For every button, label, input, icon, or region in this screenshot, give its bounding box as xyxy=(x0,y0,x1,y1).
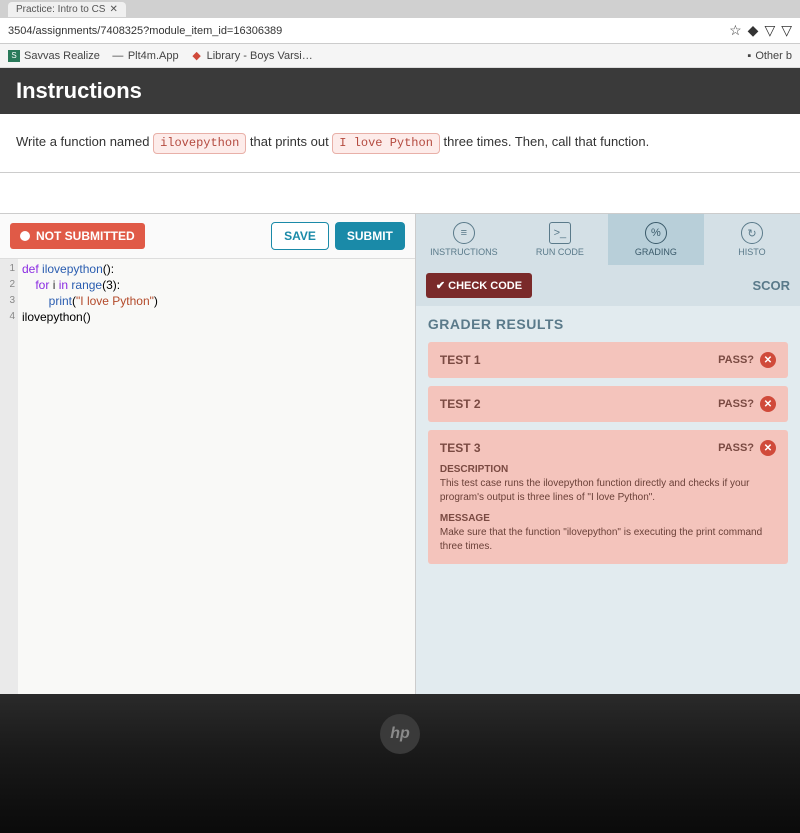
history-icon: ↻ xyxy=(741,222,763,244)
score-label: SCOR xyxy=(752,278,790,293)
extension-icon[interactable]: ◆ xyxy=(748,22,759,39)
address-bar[interactable]: 3504/assignments/7408325?module_item_id=… xyxy=(0,18,800,44)
test-name: TEST 2 xyxy=(440,397,481,411)
download-icon[interactable]: ▽ xyxy=(764,22,775,39)
tab-run-code[interactable]: >_ RUN CODE xyxy=(512,214,608,265)
code-content[interactable]: def ilovepython(): for i in range(3): pr… xyxy=(18,259,162,694)
fail-icon: ✕ xyxy=(760,396,776,412)
test-name: TEST 3 xyxy=(440,441,481,455)
test-row[interactable]: TEST 2 PASS? ✕ xyxy=(428,386,788,422)
check-code-button[interactable]: ✔ CHECK CODE xyxy=(426,273,532,298)
test-row[interactable]: TEST 1 PASS? ✕ xyxy=(428,342,788,378)
save-button[interactable]: SAVE xyxy=(271,222,329,250)
tab-title: Practice: Intro to CS xyxy=(16,4,105,15)
submit-button[interactable]: SUBMIT xyxy=(335,222,405,250)
instructions-text: Write a function named ilovepython that … xyxy=(0,114,800,172)
bookmark-plt4m[interactable]: — Plt4m.App xyxy=(112,50,179,62)
test-name: TEST 1 xyxy=(440,353,481,367)
status-dot-icon xyxy=(20,231,30,241)
other-bookmarks[interactable]: ▪ Other b xyxy=(747,50,792,62)
message-text: Make sure that the function "ilovepython… xyxy=(440,526,776,554)
bookmark-savvas[interactable]: S Savvas Realize xyxy=(8,50,100,62)
description-text: This test case runs the ilovepython func… xyxy=(440,477,776,505)
status-badge: NOT SUBMITTED xyxy=(10,223,145,249)
results-title: GRADER RESULTS xyxy=(428,316,788,332)
bookmark-icon: — xyxy=(112,50,124,62)
download-icon[interactable]: ▽ xyxy=(781,22,792,39)
laptop-bezel: hp xyxy=(0,694,800,833)
browser-tab[interactable]: Practice: Intro to CS ✕ xyxy=(8,2,126,17)
test-row[interactable]: TEST 3 PASS? ✕ DESCRIPTION This test cas… xyxy=(428,430,788,564)
hp-logo: hp xyxy=(380,714,420,754)
description-label: DESCRIPTION xyxy=(440,464,776,475)
message-label: MESSAGE xyxy=(440,513,776,524)
bookmark-library[interactable]: ◆ Library - Boys Varsi… xyxy=(191,50,313,62)
code-chip: ilovepython xyxy=(153,133,246,154)
folder-icon: ▪ xyxy=(747,50,751,62)
line-gutter: 1 2 3 4 xyxy=(0,259,18,694)
bookmarks-bar: S Savvas Realize — Plt4m.App ◆ Library -… xyxy=(0,44,800,68)
close-icon[interactable]: ✕ xyxy=(109,4,117,15)
code-editor[interactable]: 1 2 3 4 def ilovepython(): for i in rang… xyxy=(0,259,415,694)
terminal-icon: >_ xyxy=(549,222,571,244)
tab-instructions[interactable]: ≡ INSTRUCTIONS xyxy=(416,214,512,265)
tab-history[interactable]: ↻ HISTO xyxy=(704,214,800,265)
code-chip: I love Python xyxy=(332,133,440,154)
info-icon: ≡ xyxy=(453,222,475,244)
page-title: Instructions xyxy=(16,78,784,104)
star-icon[interactable]: ☆ xyxy=(729,22,742,39)
bookmark-icon: ◆ xyxy=(191,50,203,62)
percent-icon: % xyxy=(645,222,667,244)
browser-tab-bar: Practice: Intro to CS ✕ xyxy=(0,0,800,18)
url-text: 3504/assignments/7408325?module_item_id=… xyxy=(8,25,729,37)
fail-icon: ✕ xyxy=(760,440,776,456)
fail-icon: ✕ xyxy=(760,352,776,368)
page-header: Instructions xyxy=(0,68,800,114)
tab-grading[interactable]: % GRADING xyxy=(608,214,704,265)
bookmark-icon: S xyxy=(8,50,20,62)
result-tabs: ≡ INSTRUCTIONS >_ RUN CODE % GRADING ↻ H… xyxy=(416,214,800,265)
